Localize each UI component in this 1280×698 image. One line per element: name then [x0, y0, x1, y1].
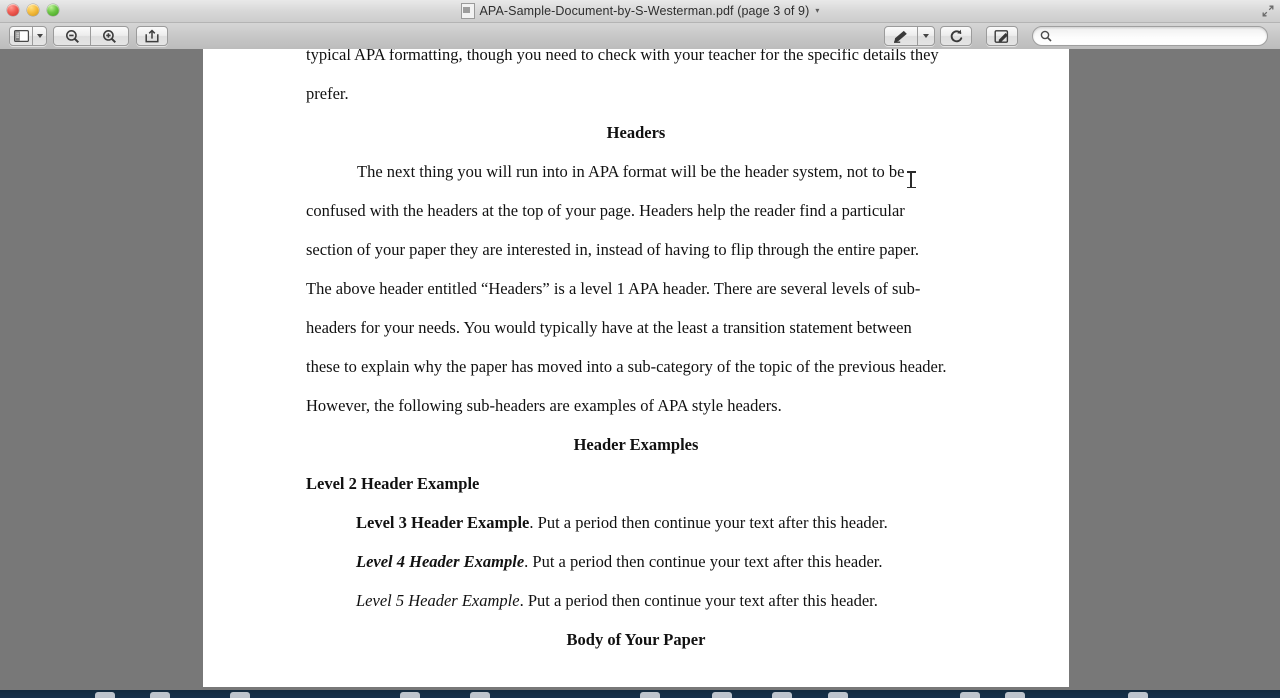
pdf-page[interactable]: typical APA formatting, though you need …	[203, 49, 1069, 687]
document-line: these to explain why the paper has moved…	[306, 357, 947, 376]
pdf-document-viewport[interactable]: typical APA formatting, though you need …	[0, 49, 1280, 690]
share-button[interactable]	[136, 26, 168, 46]
fullscreen-arrows-icon[interactable]	[1260, 3, 1276, 19]
zoom-controls-group	[53, 26, 129, 46]
document-line: confused with the headers at the top of …	[306, 201, 905, 220]
dock-item[interactable]	[400, 692, 420, 698]
heading-level-5-lead: Level 5 Header Example	[356, 591, 520, 610]
rotate-left-button[interactable]	[940, 26, 972, 46]
heading-level-5-rest: . Put a period then continue your text a…	[519, 591, 878, 610]
rotate-group	[940, 26, 972, 46]
heading-level-5-line: Level 5 Header Example. Put a period the…	[203, 581, 1069, 620]
zoom-out-button[interactable]	[54, 27, 91, 45]
highlight-tool-group	[884, 26, 935, 46]
rotate-left-icon	[950, 29, 963, 43]
pdf-page-content: typical APA formatting, though you need …	[203, 49, 1069, 659]
document-line: prefer.	[306, 84, 349, 103]
zoom-in-icon	[103, 29, 117, 43]
highlighter-pen-icon	[894, 30, 907, 43]
pdf-viewer-window: APA-Sample-Document-by-S-Westerman.pdf (…	[0, 0, 1280, 690]
document-line: headers for your needs. You would typica…	[306, 318, 912, 337]
document-line: The above header entitled “Headers” is a…	[306, 279, 921, 298]
heading-level-4-line: Level 4 Header Example. Put a period the…	[203, 542, 1069, 581]
dock-item[interactable]	[712, 692, 732, 698]
document-line: The next thing you will run into in APA …	[357, 162, 905, 181]
heading-level-3-rest: . Put a period then continue your text a…	[529, 513, 888, 532]
heading-level-4-lead: Level 4 Header Example	[356, 552, 525, 571]
markup-pencil-icon	[994, 29, 1008, 43]
markup-toolbar-button[interactable]	[986, 26, 1018, 46]
dock-item[interactable]	[772, 692, 792, 698]
desktop-dock-strip[interactable]	[0, 690, 1280, 698]
dock-item[interactable]	[828, 692, 848, 698]
sidebar-toggle-group	[9, 26, 47, 46]
zoom-out-icon	[65, 29, 79, 43]
dock-item[interactable]	[1128, 692, 1148, 698]
chevron-down-icon	[36, 34, 43, 38]
dock-item[interactable]	[150, 692, 170, 698]
pdf-document-icon	[460, 3, 475, 19]
search-icon	[1040, 30, 1052, 42]
heading-level-1: Headers	[606, 123, 666, 142]
zoom-in-button[interactable]	[91, 27, 128, 45]
document-line: However, the following sub-headers are e…	[306, 396, 782, 415]
document-line: typical APA formatting, though you need …	[306, 49, 939, 64]
share-group	[136, 26, 168, 46]
dock-item[interactable]	[960, 692, 980, 698]
search-input[interactable]	[1056, 30, 1246, 42]
highlighter-pen-button[interactable]	[885, 27, 918, 45]
sidebar-panel-icon[interactable]	[10, 27, 33, 45]
chevron-down-icon	[923, 34, 929, 38]
window-titlebar: APA-Sample-Document-by-S-Westerman.pdf (…	[0, 0, 1280, 23]
heading-header-examples: Header Examples	[573, 435, 699, 454]
heading-level-4-rest: . Put a period then continue your text a…	[524, 552, 883, 571]
dock-item[interactable]	[1005, 692, 1025, 698]
dock-item[interactable]	[470, 692, 490, 698]
chevron-down-icon[interactable]: ▾	[815, 7, 819, 15]
heading-body-of-paper: Body of Your Paper	[566, 630, 706, 649]
markup-group	[986, 26, 1018, 46]
dock-item[interactable]	[95, 692, 115, 698]
window-title-group[interactable]: APA-Sample-Document-by-S-Westerman.pdf (…	[0, 0, 1280, 22]
heading-level-3-line: Level 3 Header Example. Put a period the…	[203, 503, 1069, 542]
highlight-color-menu-button[interactable]	[918, 27, 934, 45]
sidebar-menu-button[interactable]	[33, 27, 46, 45]
dock-item[interactable]	[230, 692, 250, 698]
heading-level-2: Level 2 Header Example	[306, 474, 480, 493]
pdf-toolbar	[0, 23, 1280, 50]
window-title-text: APA-Sample-Document-by-S-Westerman.pdf (…	[479, 4, 810, 18]
heading-level-3-lead: Level 3 Header Example	[356, 513, 530, 532]
search-field[interactable]	[1032, 26, 1268, 46]
share-icon	[145, 29, 159, 43]
dock-item[interactable]	[640, 692, 660, 698]
document-line: section of your paper they are intereste…	[306, 240, 920, 259]
